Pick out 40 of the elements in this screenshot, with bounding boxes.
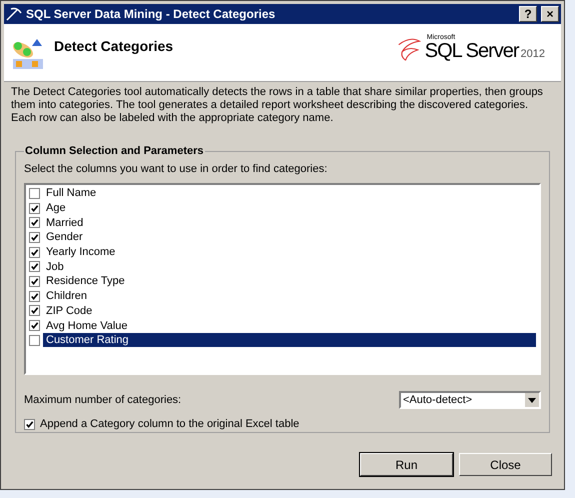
column-list-item[interactable]: ZIP Code (43, 304, 536, 318)
checkbox[interactable] (29, 188, 40, 199)
header-title: Detect Categories (54, 38, 174, 54)
checkbox[interactable] (29, 334, 40, 346)
column-list-item[interactable]: Married (43, 216, 536, 230)
checkbox[interactable] (29, 246, 40, 258)
description-text: The Detect Categories tool automatically detects the rows in a table that share similar properties, then groups them into categories. The tool generates a detailed report worksheet describing the discovered categories. Each row can also be labeled with the appropriate category name. (11, 86, 544, 125)
column-list-item[interactable]: Job (43, 260, 536, 274)
column-list-item[interactable]: Gender (43, 230, 536, 244)
logo-version: 2012 (520, 48, 545, 60)
checkbox[interactable] (29, 217, 40, 228)
checkbox[interactable] (29, 232, 40, 243)
categories-icon (12, 38, 44, 70)
title-bar-button[interactable]: × (541, 6, 559, 22)
logo-product: SQL Server (424, 41, 519, 61)
title-bar-button[interactable]: ? (519, 6, 537, 22)
column-list-item[interactable]: Residence Type (43, 274, 536, 288)
pickaxe-icon (6, 7, 22, 21)
max-categories-dropdown[interactable]: <Auto-detect> (399, 391, 541, 409)
column-list-item[interactable]: Full Name (43, 186, 536, 200)
checkbox[interactable] (29, 320, 40, 332)
checkbox[interactable] (29, 202, 40, 214)
window-title: SQL Server Data Mining - Detect Categories (26, 7, 276, 21)
checkbox[interactable] (24, 418, 35, 430)
column-list-item[interactable]: Yearly Income (43, 245, 536, 260)
checkbox[interactable] (29, 276, 40, 287)
checkbox[interactable] (29, 305, 40, 316)
column-list-item[interactable]: Customer Rating (43, 333, 536, 348)
dialog-button[interactable]: Run (360, 453, 453, 476)
prompt-text: Select the columns you want to use in order to find categories: (24, 163, 328, 175)
column-list-item[interactable]: Avg Home Value (43, 318, 536, 333)
checkbox[interactable] (29, 261, 40, 272)
checkbox[interactable] (29, 290, 40, 302)
append-label: Append a Category column to the original Excel table (40, 418, 300, 430)
dialog-button[interactable]: Close (459, 453, 552, 476)
column-list-item[interactable]: Children (43, 289, 536, 304)
column-list-item[interactable]: Age (43, 201, 536, 216)
group-title: Column Selection and Parameters (24, 145, 204, 157)
max-categories-label: Maximum number of categories: (24, 394, 182, 406)
dropdown-caret-icon (528, 398, 536, 402)
